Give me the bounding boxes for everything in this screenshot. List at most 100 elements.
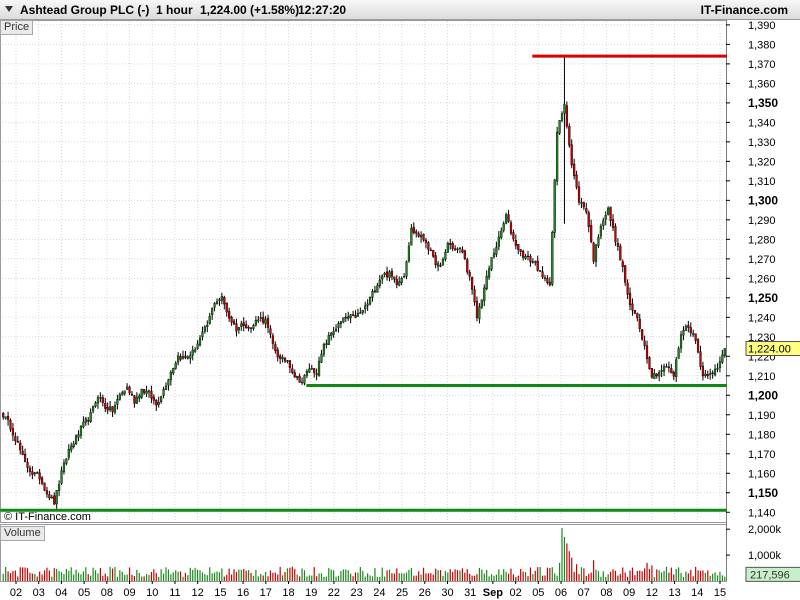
volume-bar — [216, 571, 218, 581]
volume-bar — [554, 573, 556, 581]
candle-body — [237, 327, 240, 331]
candle-body — [650, 368, 653, 378]
candle-body — [308, 368, 311, 373]
candle-body — [415, 231, 418, 234]
candle-body — [400, 278, 403, 283]
y-tick-label: 1,150 — [748, 486, 778, 500]
candle-body — [463, 250, 466, 259]
candle-body — [458, 247, 462, 249]
candle-body — [140, 388, 143, 398]
volume-bar — [328, 568, 330, 581]
volume-bar — [73, 574, 75, 581]
candle-body — [446, 242, 449, 253]
candle-body — [429, 249, 432, 252]
volume-bar — [551, 567, 553, 581]
volume-bar — [24, 567, 26, 581]
candle-body — [57, 484, 61, 491]
candle-body — [26, 462, 29, 468]
volume-bar — [505, 571, 507, 581]
volume-bar — [209, 567, 211, 581]
y-tick-label: 1,180 — [748, 429, 776, 441]
x-tick-label: 04 — [55, 587, 67, 599]
volume-bar — [631, 567, 634, 581]
candle-body — [291, 368, 294, 373]
volume-bar — [622, 567, 624, 581]
candle-body — [723, 348, 726, 356]
volume-bar — [658, 570, 660, 581]
candle-body — [721, 354, 724, 363]
candle-body — [548, 281, 551, 286]
volume-bar — [138, 572, 140, 581]
volume-bar — [680, 573, 682, 581]
volume-bar — [145, 574, 148, 581]
volume-bar — [121, 571, 123, 581]
candle-body — [514, 239, 517, 246]
candle-body — [89, 412, 92, 422]
volume-bar — [294, 568, 296, 581]
candle-body — [101, 397, 104, 403]
volume-bar — [119, 570, 121, 581]
volume-bar — [99, 567, 101, 581]
volume-bar — [500, 574, 502, 581]
candle-body — [492, 253, 496, 257]
candle-body — [322, 344, 326, 355]
x-tick-label: 06 — [555, 587, 567, 599]
volume-bar — [418, 571, 420, 581]
candle-body — [395, 279, 398, 285]
candle-body — [75, 435, 78, 444]
y-tick-label: 1,290 — [748, 215, 776, 227]
volume-bar — [342, 569, 344, 581]
volume-bar — [374, 568, 376, 581]
volume-bar — [313, 567, 315, 581]
volume-bar — [524, 572, 527, 581]
candle-body — [28, 467, 32, 472]
candle-body — [577, 186, 581, 203]
volume-bar — [469, 573, 471, 581]
volume-bar — [359, 567, 361, 581]
candle-body — [145, 390, 148, 395]
candle-body — [351, 314, 355, 316]
volume-bar — [663, 570, 665, 581]
candle-body — [633, 310, 636, 314]
candle-body — [580, 202, 583, 204]
x-tick-label: 11 — [169, 587, 180, 599]
candle-body — [604, 215, 607, 220]
candle-body — [582, 202, 585, 208]
candle-body — [716, 368, 719, 370]
volume-bar — [141, 576, 143, 581]
volume-bar — [325, 576, 327, 581]
candle-body — [388, 271, 391, 279]
candle-body — [662, 366, 666, 372]
volume-bar — [211, 573, 213, 581]
candle-body — [184, 355, 187, 358]
candle-body — [317, 360, 321, 376]
candle-body — [497, 236, 500, 247]
candle-body — [65, 458, 68, 464]
candle-body — [40, 477, 44, 484]
candle-body — [480, 299, 483, 308]
volume-bar — [289, 567, 291, 581]
y-tick-label: 1,350 — [748, 96, 778, 110]
chart-area[interactable]: 02 03 04 05 08 09 10 11 12 15 16 17 18 19 22 23 24 25 26 30… — [0, 0, 800, 600]
x-tick-label: 02 — [10, 587, 22, 599]
candle-body — [116, 399, 119, 405]
volume-bar — [590, 572, 592, 581]
candle-body — [174, 362, 177, 369]
candle-body — [361, 309, 364, 313]
candle-body — [558, 120, 561, 134]
candle-body — [684, 326, 688, 331]
volume-bar — [549, 568, 551, 581]
volume-bar — [381, 567, 383, 581]
candle-body — [488, 268, 491, 278]
volume-bar — [43, 570, 46, 581]
volume-bar — [75, 569, 77, 581]
candle-body — [585, 208, 588, 213]
volume-bar — [308, 575, 310, 581]
volume-bar — [614, 570, 617, 581]
volume-bar — [558, 562, 561, 581]
candle-body — [11, 428, 15, 436]
candle-body — [104, 403, 107, 409]
volume-bar — [262, 575, 264, 581]
volume-bar — [541, 575, 544, 581]
volume-bar — [459, 570, 461, 581]
